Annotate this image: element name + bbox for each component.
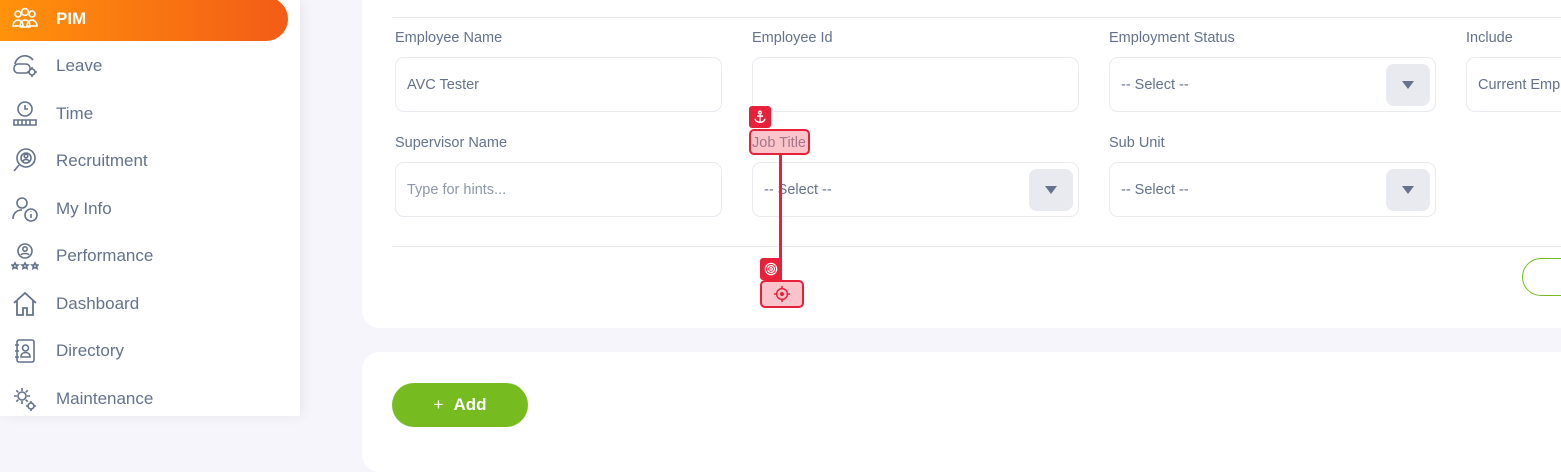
sidebar-item-label: Performance bbox=[56, 246, 154, 265]
reset-button[interactable] bbox=[1522, 258, 1561, 296]
my-info-icon bbox=[10, 194, 40, 224]
sidebar-item-my-info[interactable]: My Info bbox=[0, 187, 288, 231]
sidebar-item-label: Directory bbox=[56, 341, 125, 360]
sidebar-item-dashboard[interactable]: Dashboard bbox=[0, 282, 288, 326]
sidebar-item-pim[interactable]: PIM bbox=[0, 0, 288, 41]
sidebar-item-label: Time bbox=[56, 104, 94, 123]
sub-unit-value: -- Select -- bbox=[1121, 181, 1189, 198]
sub-unit-select[interactable]: -- Select -- bbox=[1109, 162, 1436, 217]
sidebar-item-label: Leave bbox=[56, 56, 103, 75]
filter-actions-divider bbox=[392, 246, 1561, 247]
sidebar-item-label: Dashboard bbox=[56, 294, 140, 313]
performance-icon bbox=[10, 241, 40, 271]
time-icon bbox=[10, 99, 40, 129]
sidebar-item-leave[interactable]: Leave bbox=[0, 44, 288, 88]
include-select[interactable]: Current Emp bbox=[1466, 57, 1561, 112]
sidebar-item-directory[interactable]: Directory bbox=[0, 329, 288, 373]
sub-unit-label: Sub Unit bbox=[1109, 135, 1165, 151]
include-label: Include bbox=[1466, 30, 1513, 46]
anchor-icon bbox=[749, 106, 771, 128]
target-icon bbox=[760, 258, 782, 280]
plus-icon: + bbox=[433, 395, 444, 414]
employment-status-select[interactable]: -- Select -- bbox=[1109, 57, 1436, 112]
job-title-select[interactable]: -- Select -- bbox=[752, 162, 1079, 217]
supervisor-name-label: Supervisor Name bbox=[395, 135, 508, 151]
sidebar-item-label: PIM bbox=[56, 9, 87, 28]
maintenance-icon bbox=[10, 384, 40, 414]
pim-icon bbox=[10, 4, 40, 34]
add-button-label: Add bbox=[453, 395, 487, 414]
filter-header-divider bbox=[392, 17, 1561, 18]
sidebar-item-time[interactable]: Time bbox=[0, 92, 288, 136]
chevron-down-icon[interactable] bbox=[1029, 169, 1073, 211]
include-value: Current Emp bbox=[1478, 76, 1561, 93]
employee-list-card bbox=[362, 352, 1561, 472]
employee-name-label: Employee Name bbox=[395, 30, 503, 46]
employee-name-value: AVC Tester bbox=[407, 76, 479, 93]
sidebar-item-label: Recruitment bbox=[56, 151, 148, 170]
supervisor-name-placeholder: Type for hints... bbox=[407, 181, 507, 198]
sidebar: PIM Leave Time Recruitment My Info Perfo… bbox=[0, 0, 300, 416]
supervisor-name-input[interactable]: Type for hints... bbox=[395, 162, 722, 217]
sidebar-item-label: Maintenance bbox=[56, 389, 154, 408]
add-button[interactable]: + Add bbox=[392, 383, 528, 427]
sidebar-item-label: My Info bbox=[56, 199, 112, 218]
job-title-value: -- Select -- bbox=[764, 181, 832, 198]
leave-icon bbox=[10, 51, 40, 81]
employment-status-label: Employment Status bbox=[1109, 30, 1235, 46]
chevron-down-icon[interactable] bbox=[1386, 169, 1430, 211]
employee-id-input[interactable] bbox=[752, 57, 1079, 112]
dashboard-icon bbox=[10, 289, 40, 319]
chevron-down-icon[interactable] bbox=[1386, 64, 1430, 106]
drop-target-highlight bbox=[760, 280, 804, 308]
sidebar-item-performance[interactable]: Performance bbox=[0, 234, 288, 278]
recruitment-icon bbox=[10, 146, 40, 176]
directory-icon bbox=[10, 336, 40, 366]
employee-name-input[interactable]: AVC Tester bbox=[395, 57, 722, 112]
crosshair-icon bbox=[773, 285, 791, 303]
employee-id-label: Employee Id bbox=[752, 30, 833, 46]
sidebar-item-maintenance[interactable]: Maintenance bbox=[0, 377, 288, 421]
employment-status-value: -- Select -- bbox=[1121, 76, 1189, 93]
sidebar-item-recruitment[interactable]: Recruitment bbox=[0, 139, 288, 183]
job-title-highlight bbox=[749, 129, 810, 155]
